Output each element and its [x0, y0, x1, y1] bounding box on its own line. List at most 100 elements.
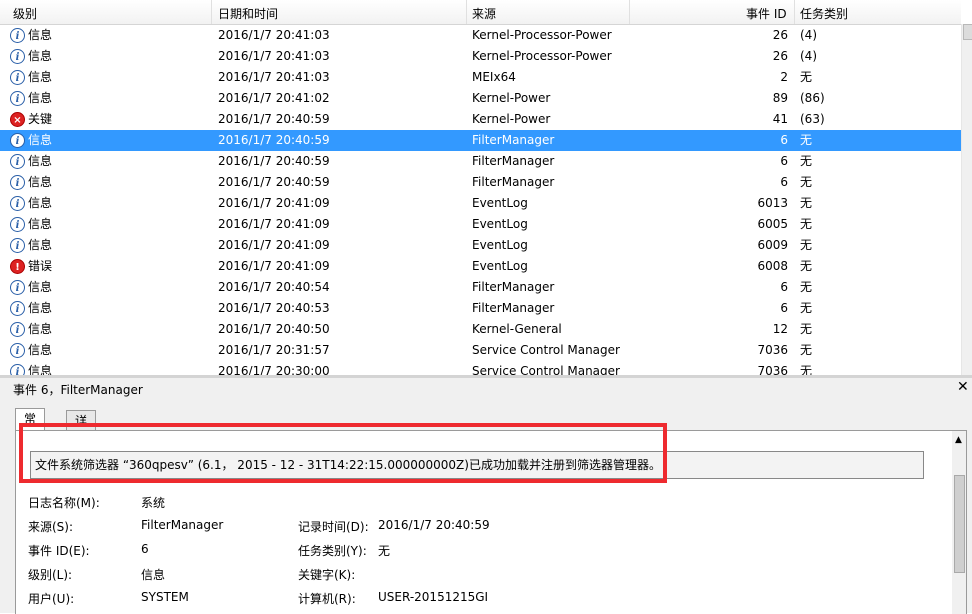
record-time-value: 2016/1/7 20:40:59	[378, 518, 490, 532]
level-text: 信息	[28, 91, 53, 105]
column-separator[interactable]	[211, 0, 212, 24]
column-datetime[interactable]: 日期和时间	[218, 5, 278, 22]
column-separator[interactable]	[466, 0, 467, 24]
event-rows: i 信息 2016/1/7 20:41:03 Kernel-Processor-Pow…	[0, 25, 961, 375]
source-label: 来源(S):	[28, 520, 74, 534]
level-cell: i 信息	[10, 319, 52, 340]
level-cell: i 信息	[10, 298, 52, 319]
info-icon: i	[10, 322, 25, 337]
level-cell: i 信息	[10, 25, 52, 46]
table-row[interactable]: i 信息 2016/1/7 20:41:09 EventLog 6013 无	[0, 193, 961, 214]
level-cell: × 关键	[10, 109, 52, 130]
info-icon: i	[10, 217, 25, 232]
info-icon: i	[10, 70, 25, 85]
event-id-cell: 6	[780, 175, 788, 189]
level-text: 信息	[28, 280, 53, 294]
task-cell: (4)	[800, 49, 817, 63]
table-row[interactable]: × 关键 2016/1/7 20:40:59 Kernel-Power 41 (63)	[0, 109, 961, 130]
task-cell: 无	[800, 259, 813, 273]
event-id-cell: 6009	[757, 238, 788, 252]
datetime-cell: 2016/1/7 20:41:03	[218, 28, 330, 42]
event-id-cell: 89	[772, 91, 788, 105]
table-row[interactable]: i 信息 2016/1/7 20:40:59 FilterManager 6 无	[0, 130, 961, 151]
info-icon: i	[10, 364, 25, 375]
scrollbar-thumb[interactable]	[963, 24, 972, 40]
log-name-value: 系统	[141, 496, 166, 510]
event-id-cell: 6	[780, 280, 788, 294]
general-panel: 文件系统筛选器 “360qpesv” (6.1， 2015 - 12 - 31T…	[15, 423, 967, 614]
source-cell: FilterManager	[472, 154, 555, 168]
record-time-label: 记录时间(D):	[298, 520, 369, 534]
info-icon: i	[10, 196, 25, 211]
event-id-cell: 6	[780, 154, 788, 168]
info-icon: i	[10, 343, 25, 358]
datetime-cell: 2016/1/7 20:41:03	[218, 49, 330, 63]
task-cell: 无	[800, 133, 813, 147]
table-row[interactable]: i 信息 2016/1/7 20:30:00 Service Control Mana…	[0, 361, 961, 375]
column-task[interactable]: 任务类别	[800, 5, 848, 22]
table-row[interactable]: i 信息 2016/1/7 20:41:02 Kernel-Power 89 (86)	[0, 88, 961, 109]
column-source[interactable]: 来源	[472, 5, 496, 22]
table-row[interactable]: i 信息 2016/1/7 20:41:09 EventLog 6005 无	[0, 214, 961, 235]
table-row[interactable]: i 信息 2016/1/7 20:40:53 FilterManager 6 无	[0, 298, 961, 319]
info-icon: i	[10, 28, 25, 43]
event-id-cell: 7036	[757, 364, 788, 375]
source-value: FilterManager	[141, 518, 224, 532]
log-name-label: 日志名称(M):	[28, 496, 100, 510]
event-detail-pane: 事件 6，FilterManager ✕ 常规 详细信息 文件系统筛选器 “36…	[0, 378, 972, 614]
scrollbar-thumb[interactable]	[954, 475, 965, 573]
task-cell: 无	[800, 196, 813, 210]
table-row[interactable]: ! 错误 2016/1/7 20:41:09 EventLog 6008 无	[0, 256, 961, 277]
task-cell: 无	[800, 364, 813, 375]
task-cell: (4)	[800, 28, 817, 42]
column-separator[interactable]	[794, 0, 795, 24]
close-icon[interactable]: ✕	[957, 379, 969, 395]
datetime-cell: 2016/1/7 20:40:59	[218, 112, 330, 126]
datetime-cell: 2016/1/7 20:41:09	[218, 217, 330, 231]
level-cell: i 信息	[10, 193, 52, 214]
level-cell: i 信息	[10, 235, 52, 256]
column-event-id[interactable]: 事件 ID	[746, 5, 787, 22]
critical-icon: ×	[10, 112, 25, 127]
table-row[interactable]: i 信息 2016/1/7 20:41:03 MEIx64 2 无	[0, 67, 961, 88]
level-text: 信息	[28, 301, 53, 315]
scroll-up-icon[interactable]: ▲	[955, 435, 962, 445]
datetime-cell: 2016/1/7 20:41:02	[218, 91, 330, 105]
source-cell: EventLog	[472, 196, 528, 210]
event-id-cell: 2	[780, 70, 788, 84]
table-row[interactable]: i 信息 2016/1/7 20:41:03 Kernel-Processor-Pow…	[0, 25, 961, 46]
source-cell: EventLog	[472, 259, 528, 273]
level-text: 错误	[28, 259, 53, 273]
level-text: 信息	[28, 175, 53, 189]
event-id-cell: 6008	[757, 259, 788, 273]
level-text: 信息	[28, 196, 53, 210]
level-text: 信息	[28, 217, 53, 231]
source-cell: MEIx64	[472, 70, 516, 84]
level-cell: i 信息	[10, 172, 52, 193]
table-row[interactable]: i 信息 2016/1/7 20:40:54 FilterManager 6 无	[0, 277, 961, 298]
datetime-cell: 2016/1/7 20:40:59	[218, 154, 330, 168]
table-row[interactable]: i 信息 2016/1/7 20:40:59 FilterManager 6 无	[0, 151, 961, 172]
level-text: 信息	[28, 28, 53, 42]
column-separator[interactable]	[629, 0, 630, 24]
event-id-cell: 41	[772, 112, 788, 126]
event-id-value: 6	[141, 542, 149, 556]
table-row[interactable]: i 信息 2016/1/7 20:41:03 Kernel-Processor-Pow…	[0, 46, 961, 67]
column-level[interactable]: 级别	[13, 5, 37, 22]
detail-scrollbar[interactable]: ▲	[952, 431, 966, 614]
table-row[interactable]: i 信息 2016/1/7 20:31:57 Service Control Mana…	[0, 340, 961, 361]
source-cell: Kernel-Power	[472, 91, 551, 105]
task-cell: 无	[800, 343, 813, 357]
datetime-cell: 2016/1/7 20:40:50	[218, 322, 330, 336]
datetime-cell: 2016/1/7 20:41:09	[218, 259, 330, 273]
table-row[interactable]: i 信息 2016/1/7 20:41:09 EventLog 6009 无	[0, 235, 961, 256]
table-row[interactable]: i 信息 2016/1/7 20:40:59 FilterManager 6 无	[0, 172, 961, 193]
datetime-cell: 2016/1/7 20:41:09	[218, 238, 330, 252]
info-icon: i	[10, 154, 25, 169]
level-text: 信息	[28, 238, 53, 252]
event-id-cell: 6013	[757, 196, 788, 210]
table-row[interactable]: i 信息 2016/1/7 20:40:50 Kernel-General 12 无	[0, 319, 961, 340]
user-label: 用户(U):	[28, 592, 75, 606]
highlight-box	[19, 423, 667, 483]
list-scrollbar[interactable]	[961, 24, 972, 375]
